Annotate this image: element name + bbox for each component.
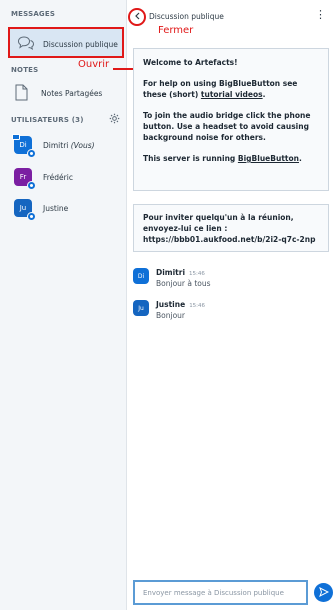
messages-section-title: MESSAGES (11, 10, 56, 18)
chat-message: Di Dimitri 15:46 Bonjour à tous (133, 268, 211, 288)
public-chat-row[interactable]: Discussion publique (17, 35, 118, 53)
shared-notes-item[interactable]: Notes Partagées (14, 84, 102, 103)
open-annotation: Ouvrir (78, 59, 110, 70)
message-time: 15:46 (189, 303, 206, 309)
users-section-title: UTILISATEURS (3) (11, 116, 84, 124)
welcome-line-2: For help on using BigBlueButton see thes… (143, 78, 319, 100)
public-chat-item[interactable]: Discussion publique (8, 27, 124, 58)
user-name: Frédéric (43, 172, 73, 182)
sidebar: MESSAGES Discussion publique NOTES Notes… (0, 0, 127, 610)
welcome-line-1: Welcome to Artefacts! (143, 57, 319, 68)
avatar-initials: Fr (19, 173, 27, 181)
message-header: Dimitri 15:46 (156, 268, 211, 277)
send-icon (318, 586, 329, 599)
gear-icon[interactable] (109, 113, 120, 126)
welcome-line-3: To join the audio bridge click the phone… (143, 110, 319, 143)
user-item-frederic[interactable]: Fr Frédéric (14, 168, 73, 190)
avatar: Ju (133, 300, 149, 316)
meeting-name: Artefacts (195, 58, 235, 67)
user-item-dimitri[interactable]: Di Dimitri (Vous) (12, 134, 95, 158)
chat-title: Discussion publique (149, 12, 224, 21)
presenter-badge-icon (12, 134, 20, 140)
user-name: Dimitri (Vous) (43, 141, 95, 150)
bigbluebutton-link[interactable]: BigBlueButton (238, 154, 299, 163)
status-dot-icon (27, 181, 36, 190)
message-text: Bonjour (156, 311, 185, 320)
user-name: Justine (43, 203, 69, 213)
send-button[interactable] (314, 583, 333, 602)
sender-name: Dimitri (156, 268, 186, 277)
tutorial-videos-link[interactable]: tutorial videos (201, 90, 263, 99)
avatar: Fr (14, 168, 36, 190)
notes-section-title: NOTES (11, 66, 39, 74)
avatar-initials: Di (19, 141, 27, 149)
avatar-initials: Ju (19, 204, 27, 212)
help-suffix: . (262, 90, 266, 99)
public-chat-label: Discussion publique (43, 39, 118, 49)
user-name-text: Dimitri (43, 140, 69, 150)
user-item-justine[interactable]: Ju Justine (14, 199, 69, 221)
more-options-icon[interactable]: ⋮ (315, 9, 326, 20)
avatar: Ju (14, 199, 36, 221)
message-header: Justine 15:46 (156, 300, 205, 309)
message-body: Justine 15:46 Bonjour (156, 300, 205, 320)
chat-panel: Discussion publique ⋮ Fermer Welcome to … (128, 0, 334, 610)
server-suffix: . (298, 154, 302, 163)
chat-bubbles-icon (17, 35, 35, 53)
message-text: Bonjour à tous (156, 279, 211, 288)
message-body: Dimitri 15:46 Bonjour à tous (156, 268, 211, 288)
audio-help-text: To join the audio bridge click the phone… (143, 111, 311, 142)
welcome-suffix: ! (234, 58, 238, 67)
message-time: 15:46 (189, 271, 205, 277)
server-text: This server is running (143, 154, 238, 163)
sender-name: Justine (156, 300, 186, 309)
message-input[interactable] (133, 580, 308, 605)
welcome-message: Welcome to Artefacts! For help on using … (133, 48, 329, 191)
avatar: Di (12, 134, 36, 158)
document-icon (14, 84, 28, 103)
back-button[interactable] (128, 8, 146, 26)
welcome-prefix: Welcome to (143, 58, 196, 67)
avatar: Di (133, 268, 149, 284)
welcome-line-4: This server is running BigBlueButton. (143, 153, 319, 164)
you-suffix: (Vous) (70, 140, 95, 150)
status-dot-icon (27, 212, 36, 221)
invite-message: Pour inviter quelqu'un à la réunion, env… (133, 204, 329, 252)
shared-notes-label: Notes Partagées (41, 89, 103, 98)
chevron-left-icon (134, 12, 141, 22)
status-dot-icon (27, 149, 36, 158)
chat-message: Ju Justine 15:46 Bonjour (133, 300, 205, 320)
close-annotation: Fermer (158, 25, 194, 36)
